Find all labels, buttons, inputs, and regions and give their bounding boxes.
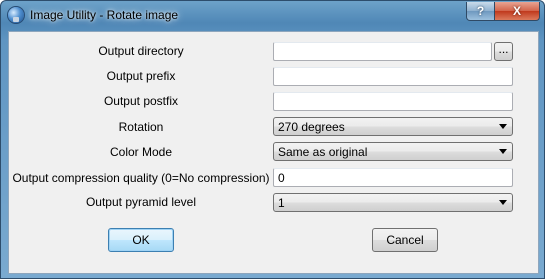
app-globe-icon — [8, 7, 24, 23]
dropdown-arrow-icon — [499, 200, 507, 205]
rotation-value: 270 degrees — [278, 120, 345, 134]
rotation-label: Rotation — [118, 120, 164, 134]
ok-button[interactable]: OK — [108, 228, 174, 252]
pyramid-level-select[interactable]: 1 — [273, 193, 513, 212]
output-postfix-label: Output postfix — [103, 94, 179, 108]
dialog-body: Output directory ... Output prefix Outpu… — [8, 31, 539, 274]
dropdown-arrow-icon — [499, 149, 507, 154]
compression-quality-label: Output compression quality (0=No compres… — [12, 171, 270, 185]
color-mode-label: Color Mode — [109, 145, 173, 159]
window-title: Image Utility - Rotate image — [30, 8, 179, 22]
color-mode-select[interactable]: Same as original — [273, 142, 513, 161]
compression-quality-input[interactable]: 0 — [273, 168, 513, 187]
color-mode-value: Same as original — [278, 145, 368, 159]
title-bar[interactable]: Image Utility - Rotate image ? X — [1, 1, 544, 31]
cancel-button[interactable]: Cancel — [372, 228, 438, 252]
browse-directory-button[interactable]: ... — [494, 42, 513, 61]
output-prefix-label: Output prefix — [106, 69, 176, 83]
pyramid-level-label: Output pyramid level — [85, 195, 197, 209]
output-prefix-input[interactable] — [273, 67, 513, 86]
dialog-window: Image Utility - Rotate image ? X Output … — [0, 0, 545, 279]
help-button[interactable]: ? — [466, 2, 495, 21]
dropdown-arrow-icon — [499, 124, 507, 129]
pyramid-level-value: 1 — [278, 196, 285, 210]
close-button[interactable]: X — [494, 2, 540, 21]
output-directory-input[interactable] — [273, 42, 492, 61]
rotation-select[interactable]: 270 degrees — [273, 117, 513, 136]
output-directory-label: Output directory — [98, 44, 184, 58]
output-postfix-input[interactable] — [273, 92, 513, 111]
